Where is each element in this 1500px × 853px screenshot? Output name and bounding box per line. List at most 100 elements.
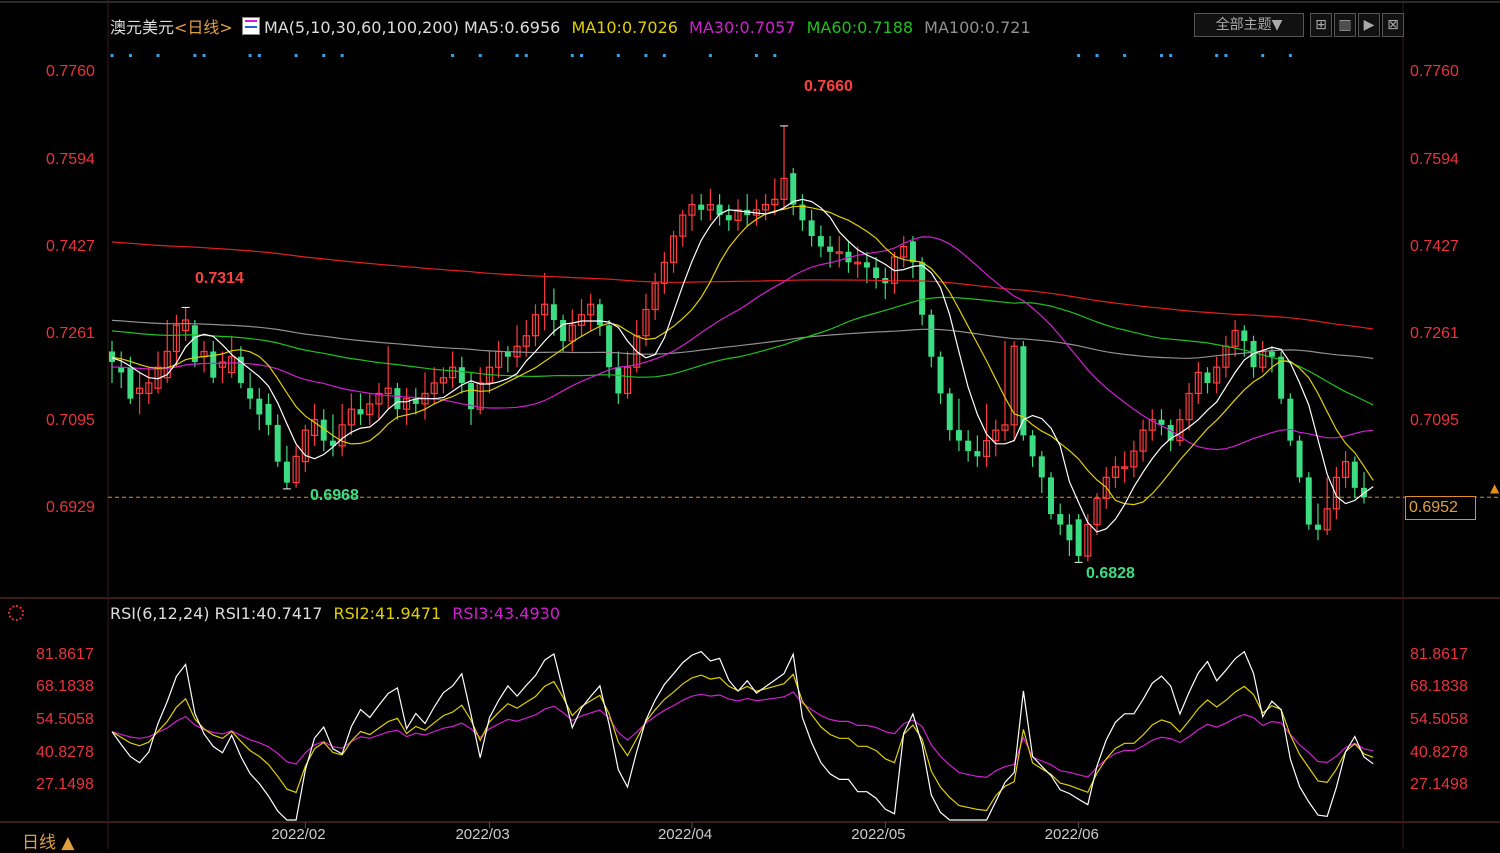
signal-dot bbox=[570, 54, 574, 57]
candle-body-down bbox=[1066, 524, 1073, 541]
theme-dropdown[interactable]: 全部主题▼ bbox=[1194, 13, 1304, 37]
candle-body-down bbox=[283, 461, 290, 483]
signal-dot bbox=[616, 54, 620, 57]
signal-dot bbox=[193, 54, 197, 57]
current-price-box: 0.6952 bbox=[1405, 496, 1476, 520]
candle-layout-icon[interactable]: ▥ bbox=[1334, 13, 1356, 37]
signal-dot bbox=[1224, 54, 1228, 57]
ma30-line bbox=[111, 236, 1374, 451]
rsi-tick-label: 40.8278 bbox=[36, 743, 94, 761]
candle-body-down bbox=[919, 262, 926, 315]
candle-body-down bbox=[817, 236, 824, 247]
ma60-value: MA60:0.7188 bbox=[806, 18, 914, 37]
ma-params: MA(5,10,30,60,100,200) bbox=[263, 18, 459, 37]
candle-body-down bbox=[937, 356, 944, 394]
candle-body-down bbox=[725, 215, 732, 221]
rsi-tick-label: 54.5058 bbox=[1410, 710, 1468, 728]
candle-body-down bbox=[808, 220, 815, 237]
candle-body-down bbox=[247, 388, 254, 399]
rsi3-value: RSI3:43.4930 bbox=[452, 604, 561, 623]
candle-body-down bbox=[928, 314, 935, 357]
candle-body-down bbox=[606, 325, 613, 368]
candle-body-down bbox=[191, 325, 198, 362]
chart-header: 澳元美元<日线> MA(5,10,30,60,100,200) MA5:0.69… bbox=[110, 14, 1031, 38]
play-icon[interactable]: ▶ bbox=[1358, 13, 1380, 37]
candle-body-down bbox=[965, 440, 972, 452]
rsi-tick-label: 54.5058 bbox=[36, 710, 94, 728]
signal-dot bbox=[515, 54, 519, 57]
candle-body-down bbox=[274, 424, 281, 462]
candle-body-down bbox=[127, 367, 134, 399]
annotation-high-apr: 0.7660 bbox=[804, 78, 853, 95]
ma30-value: MA30:0.7057 bbox=[689, 18, 796, 37]
rsi-tick-label: 27.1498 bbox=[36, 776, 94, 794]
price-tick-label: 0.7261 bbox=[46, 325, 95, 343]
candle-body-down bbox=[909, 241, 916, 263]
rsi-header: RSI(6,12,24) RSI1:40.7417 RSI2:41.9471 R… bbox=[110, 604, 560, 623]
price-tick-label: 0.7427 bbox=[1410, 238, 1459, 256]
signal-dot bbox=[1159, 54, 1163, 57]
date-tick-label: 2022/05 bbox=[851, 826, 906, 843]
signal-dots-group bbox=[110, 54, 1292, 57]
candle-body-down bbox=[560, 320, 567, 341]
signal-dot bbox=[754, 54, 758, 57]
candle-body-down bbox=[1241, 330, 1248, 341]
candle-body-down bbox=[256, 398, 263, 415]
candle-body-down bbox=[458, 367, 465, 383]
price-tick-label: 0.7261 bbox=[1410, 325, 1459, 343]
signal-dot bbox=[644, 54, 648, 57]
signal-dot bbox=[1169, 54, 1173, 57]
candle-body-down bbox=[827, 246, 834, 252]
candle-body-down bbox=[1305, 477, 1312, 525]
rsi-tick-label: 68.1838 bbox=[1410, 678, 1468, 696]
date-tick-label: 2022/06 bbox=[1044, 826, 1099, 843]
candle-body-down bbox=[1287, 398, 1294, 441]
candle-body-down bbox=[1296, 440, 1303, 478]
candle-body-down bbox=[1048, 477, 1054, 515]
candle-body-down bbox=[265, 403, 272, 425]
price-tick-label: 0.7594 bbox=[1410, 150, 1459, 168]
signal-dot bbox=[110, 54, 114, 57]
rsi-tick-label: 81.8617 bbox=[1410, 645, 1468, 663]
candle-body-down bbox=[946, 393, 953, 431]
fullscreen-icon[interactable]: ⊠ bbox=[1382, 13, 1404, 37]
period-label[interactable]: <日线> bbox=[174, 18, 233, 37]
signal-dot bbox=[1261, 54, 1265, 57]
price-tick-label: 0.7760 bbox=[46, 63, 95, 81]
annotation-low-may: 0.6828 bbox=[1086, 565, 1135, 582]
candle-body-down bbox=[1204, 372, 1211, 383]
candle-body-down bbox=[1057, 514, 1064, 525]
candle-body-down bbox=[1268, 351, 1275, 357]
ma60-line bbox=[111, 296, 1374, 406]
annotation-high-jan: 0.7314 bbox=[195, 270, 244, 287]
price-tick-label: 0.7427 bbox=[46, 238, 95, 256]
period-tab[interactable]: 日线 ▲ bbox=[22, 828, 74, 853]
candle-body-down bbox=[394, 388, 401, 410]
candle-body-down bbox=[1075, 519, 1082, 557]
signal-dot bbox=[1123, 54, 1127, 57]
signal-dot bbox=[524, 54, 528, 57]
signal-dot bbox=[1288, 54, 1292, 57]
price-tick-label: 0.7095 bbox=[1410, 412, 1459, 430]
rsi2-value: RSI2:41.9471 bbox=[333, 604, 442, 623]
price-tick-label: 0.7095 bbox=[46, 412, 95, 430]
candle-body-down bbox=[698, 204, 705, 210]
rsi-tick-label: 81.8617 bbox=[36, 645, 94, 663]
candle-body-down bbox=[790, 173, 797, 205]
ma-icon[interactable] bbox=[241, 17, 260, 35]
signal-dot bbox=[322, 54, 326, 57]
ma200-line bbox=[111, 241, 1374, 330]
signal-dot bbox=[1215, 54, 1219, 57]
crosshair-icon[interactable]: ⊞ bbox=[1310, 13, 1332, 37]
ma10-value: MA10:0.7026 bbox=[571, 18, 678, 37]
signal-dot bbox=[202, 54, 206, 57]
candle-body-down bbox=[357, 409, 364, 415]
date-tick-label: 2022/02 bbox=[271, 826, 326, 843]
candle-body-down bbox=[118, 367, 125, 373]
current-price-arrow-icon: ▲ bbox=[1490, 481, 1500, 495]
candle-body-down bbox=[109, 351, 115, 362]
rsi-settings-icon[interactable] bbox=[8, 605, 24, 621]
signal-dot bbox=[773, 54, 777, 57]
signal-dot bbox=[257, 54, 261, 57]
date-tick-label: 2022/04 bbox=[657, 826, 713, 843]
